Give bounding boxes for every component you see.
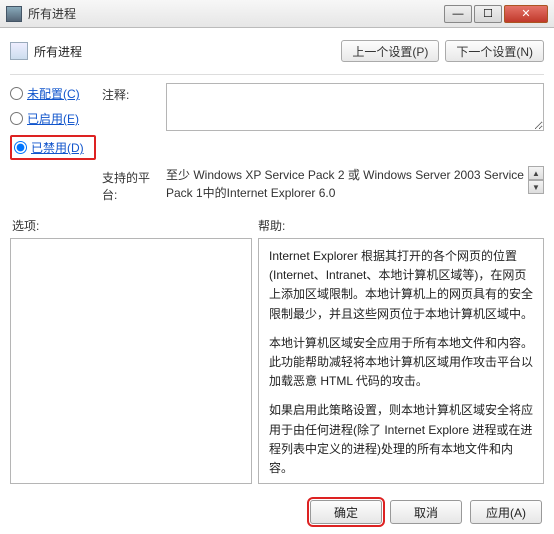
radio-disabled[interactable]: 已禁用(D) (14, 139, 92, 156)
window-title: 所有进程 (28, 5, 444, 22)
help-paragraph-3: 如果启用此策略设置，则本地计算机区域安全将应用于由任何进程(除了 Interne… (269, 401, 533, 478)
next-setting-button[interactable]: 下一个设置(N) (445, 40, 544, 62)
minimize-button[interactable]: — (444, 5, 472, 23)
body-grid: 未配置(C) 已启用(E) 已禁用(D) 注释: 支持的平台: 至少 Windo… (10, 83, 544, 203)
options-label: 选项: (10, 217, 258, 234)
ok-button[interactable]: 确定 (310, 500, 382, 524)
radio-unconfigured-input[interactable] (10, 87, 23, 100)
notes-textarea[interactable] (166, 83, 544, 131)
spinner-down-button[interactable]: ▼ (528, 180, 544, 194)
platform-text: 至少 Windows XP Service Pack 2 或 Windows S… (166, 166, 544, 202)
options-panel[interactable] (10, 238, 252, 484)
dialog-content: 所有进程 上一个设置(P) 下一个设置(N) 未配置(C) 已启用(E) 已禁用… (0, 28, 554, 490)
platform-label: 支持的平台: (102, 166, 160, 203)
header-row: 所有进程 上一个设置(P) 下一个设置(N) (10, 36, 544, 66)
highlight-disabled: 已禁用(D) (10, 135, 96, 160)
footer: 确定 取消 应用(A) (0, 490, 554, 534)
radio-enabled-label: 已启用(E) (27, 110, 79, 127)
previous-setting-button[interactable]: 上一个设置(P) (341, 40, 439, 62)
policy-title: 所有进程 (34, 43, 335, 60)
radio-enabled[interactable]: 已启用(E) (10, 110, 96, 127)
radio-unconfigured[interactable]: 未配置(C) (10, 85, 96, 102)
close-button[interactable]: ✕ (504, 5, 548, 23)
platform-spinner: ▲ ▼ (528, 166, 544, 194)
title-bar: 所有进程 — ☐ ✕ (0, 0, 554, 28)
radio-enabled-input[interactable] (10, 112, 23, 125)
help-paragraph-1: Internet Explorer 根据其打开的各个网页的位置(Internet… (269, 247, 533, 324)
maximize-button[interactable]: ☐ (474, 5, 502, 23)
spinner-up-button[interactable]: ▲ (528, 166, 544, 180)
policy-icon (10, 42, 28, 60)
radio-group: 未配置(C) 已启用(E) 已禁用(D) (10, 83, 96, 160)
radio-disabled-label: 已禁用(D) (31, 139, 84, 156)
window-controls: — ☐ ✕ (444, 5, 548, 23)
radio-disabled-input[interactable] (14, 141, 27, 154)
app-icon (6, 6, 22, 22)
notes-label: 注释: (102, 83, 160, 103)
platform-wrap: 至少 Windows XP Service Pack 2 或 Windows S… (166, 166, 544, 202)
apply-button[interactable]: 应用(A) (470, 500, 542, 524)
radio-unconfigured-label: 未配置(C) (27, 85, 80, 102)
help-label: 帮助: (258, 217, 285, 234)
cancel-button[interactable]: 取消 (390, 500, 462, 524)
help-panel[interactable]: Internet Explorer 根据其打开的各个网页的位置(Internet… (258, 238, 544, 484)
mid-labels: 选项: 帮助: (10, 217, 544, 234)
panels: Internet Explorer 根据其打开的各个网页的位置(Internet… (10, 238, 544, 484)
help-paragraph-2: 本地计算机区域安全应用于所有本地文件和内容。此功能帮助减轻将本地计算机区域用作攻… (269, 334, 533, 392)
separator (10, 74, 544, 75)
